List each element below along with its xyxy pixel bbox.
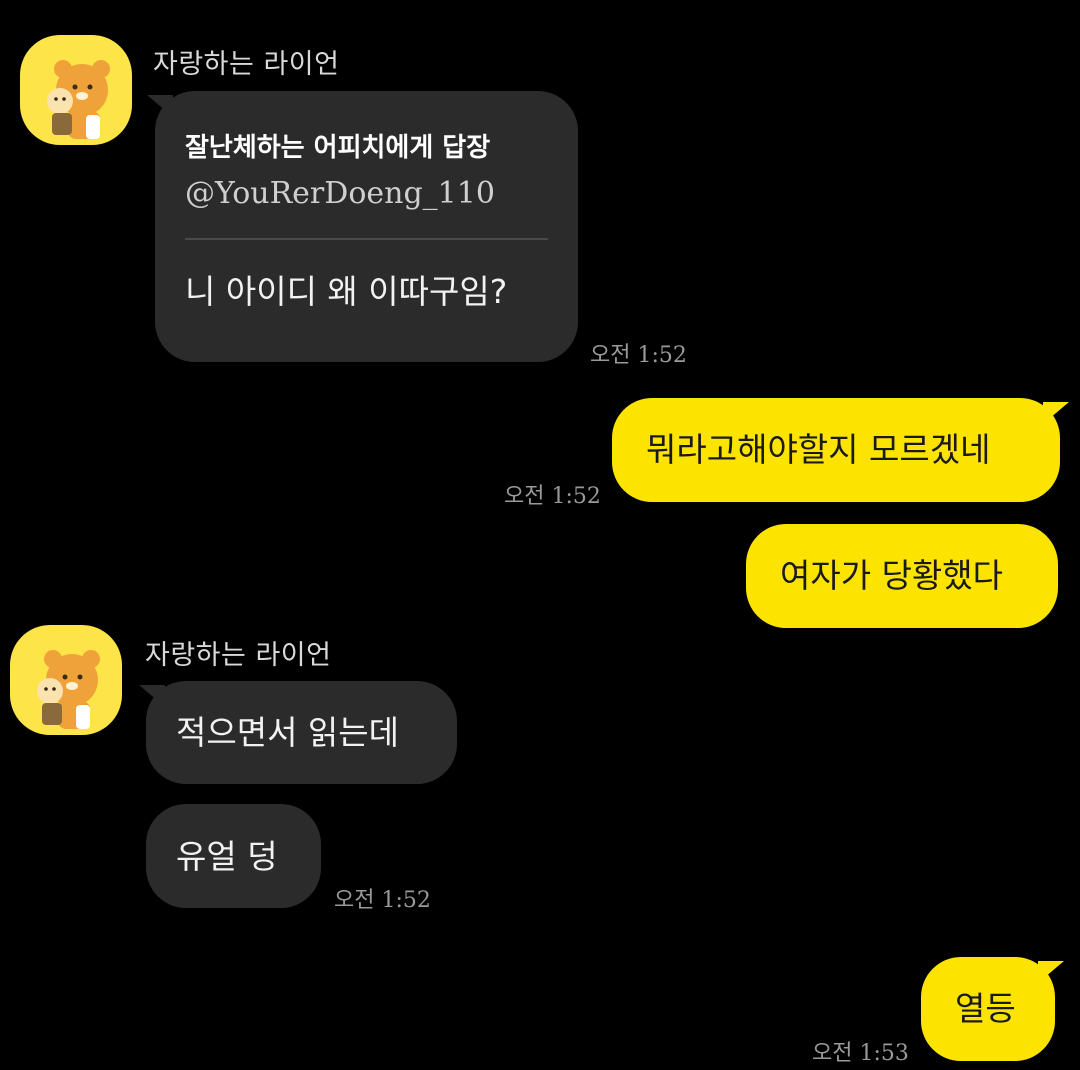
bubble-tail [1043,402,1069,424]
message-text: 유얼 덩 [176,837,278,876]
reply-divider [185,238,548,241]
message-text: 열등 [955,989,1016,1028]
message-text: 뭐라고해야할지 모르겠네 [646,430,991,469]
message-text: 니 아이디 왜 이따구임? [185,272,508,312]
message-time: 오전 1:52 [590,343,687,368]
incoming-message-bubble[interactable]: 유얼 덩 [146,804,321,908]
sender-name: 자랑하는 라이언 [145,640,332,671]
sender-name: 자랑하는 라이언 [153,49,340,80]
message-time: 오전 1:52 [334,888,431,913]
outgoing-message-bubble[interactable]: 여자가 당황했다 [746,524,1058,628]
incoming-message-bubble[interactable]: 적으면서 읽는데 [146,681,457,784]
message-time: 오전 1:52 [504,484,601,509]
message-text: 여자가 당황했다 [780,556,1004,595]
ryan-character-avatar-icon [47,60,110,139]
ryan-character-avatar-icon [37,650,100,729]
message-text: 적으면서 읽는데 [176,713,400,752]
sender-avatar[interactable] [20,35,132,145]
reply-message-bubble[interactable]: 잘난체하는 어피치에게 답장 @YouRerDoeng_110 니 아이디 왜 … [155,91,578,362]
outgoing-message-bubble[interactable]: 열등 [921,957,1055,1061]
bubble-tail [1038,961,1064,983]
reply-handle: @YouRerDoeng_110 [185,176,495,212]
message-time: 오전 1:53 [812,1041,909,1066]
sender-avatar[interactable] [10,625,122,735]
outgoing-message-bubble[interactable]: 뭐라고해야할지 모르겠네 [612,398,1060,502]
reply-title: 잘난체하는 어피치에게 답장 [185,133,491,163]
